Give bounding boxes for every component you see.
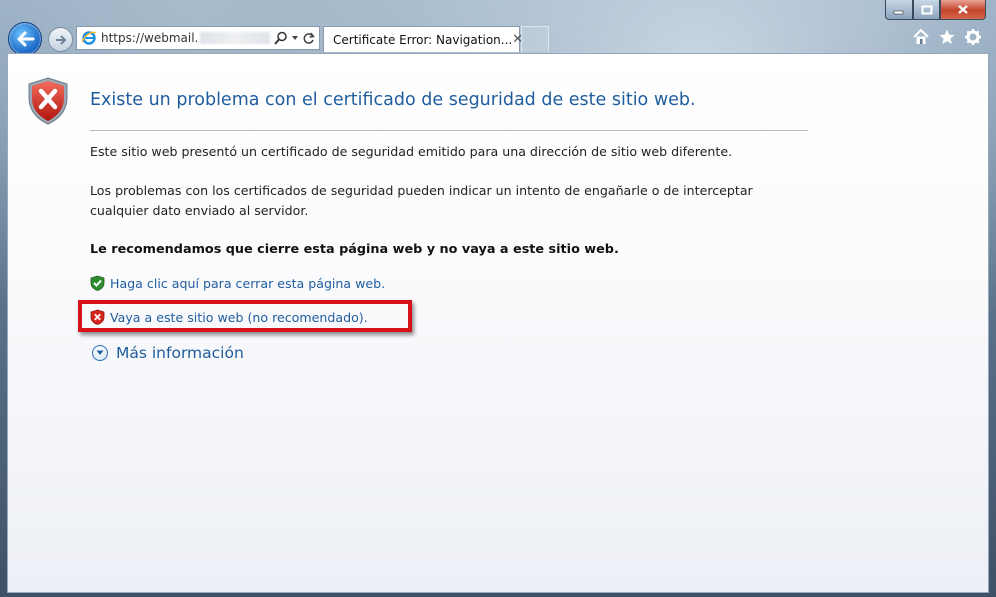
address-tools [274, 31, 319, 45]
command-icons [912, 28, 982, 46]
back-arrow-icon [17, 31, 35, 47]
gear-icon[interactable] [964, 28, 982, 46]
highlight-box [78, 300, 412, 332]
green-shield-icon [90, 275, 105, 291]
forward-arrow-icon [55, 34, 66, 45]
redacted-url-part [200, 32, 271, 44]
close-window-button[interactable] [940, 0, 986, 20]
restore-icon [921, 5, 932, 14]
more-information-label[interactable]: Más información [116, 344, 244, 362]
refresh-icon[interactable] [302, 32, 315, 45]
back-button[interactable] [8, 22, 42, 56]
page-title: Existe un problema con el certificado de… [90, 90, 696, 110]
error-description: Este sitio web presentó un certificado d… [90, 144, 733, 159]
maximize-button[interactable] [913, 0, 940, 20]
close-page-link-label[interactable]: Haga clic aquí para cerrar esta página w… [110, 276, 385, 291]
recommendation-text: Le recomendamos que cierre esta página w… [90, 242, 619, 257]
chevron-down-circle-icon [92, 345, 108, 361]
more-information-toggle[interactable]: Más información [92, 344, 244, 362]
address-url[interactable]: https://webmail. [101, 31, 198, 45]
close-page-link[interactable]: Haga clic aquí para cerrar esta página w… [90, 275, 385, 291]
search-icon[interactable] [274, 31, 288, 45]
tab-title: Certificate Error: Navigation... [333, 32, 513, 47]
browser-window: https://webmail. Certificate Error: Navi… [0, 0, 996, 597]
close-icon [958, 5, 968, 14]
forward-button[interactable] [48, 27, 73, 52]
error-shield-icon [28, 77, 68, 125]
minimize-icon [893, 10, 904, 14]
dropdown-arrow-icon[interactable] [291, 34, 299, 42]
window-caption-buttons [885, 0, 986, 20]
minimize-button[interactable] [885, 0, 913, 20]
star-icon[interactable] [938, 28, 956, 46]
risk-description: Los problemas con los certificados de se… [90, 183, 753, 218]
new-tab-button[interactable] [521, 26, 549, 52]
internet-explorer-icon [81, 31, 97, 45]
title-divider [90, 130, 808, 131]
page-content: Existe un problema con el certificado de… [7, 53, 989, 593]
address-bar[interactable]: https://webmail. [76, 26, 320, 50]
home-icon[interactable] [912, 28, 930, 46]
tab-certificate-error[interactable]: Certificate Error: Navigation... ✕ [323, 26, 523, 52]
